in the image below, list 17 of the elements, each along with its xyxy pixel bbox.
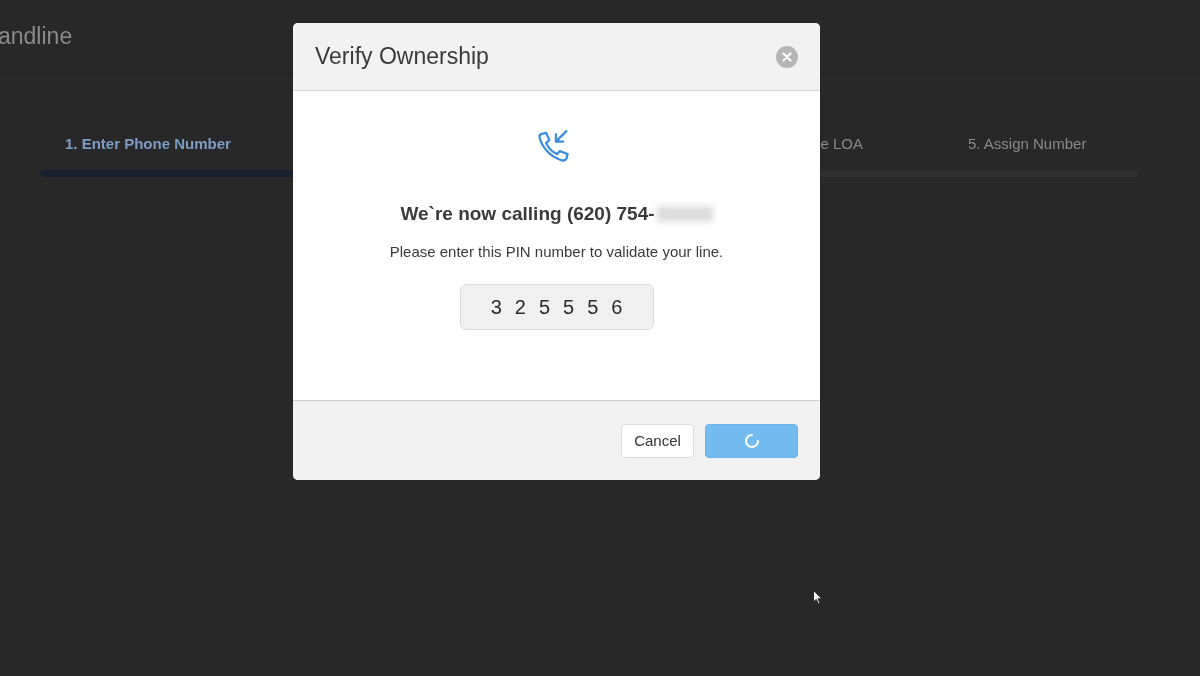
pin-digit: 6 [611,295,623,319]
calling-heading: We`re now calling (620) 754- [400,203,713,225]
pin-digit: 2 [514,295,526,319]
spinner-icon [743,432,760,449]
step-label[interactable]: 5. Assign Number [863,135,1138,152]
loading-button[interactable] [705,423,798,458]
pin-digit: 5 [538,295,550,319]
mouse-pointer-icon [813,590,823,605]
close-icon [782,51,792,62]
close-button[interactable] [776,45,798,68]
cancel-button[interactable]: Cancel [621,423,694,458]
instruction-text: Please enter this PIN number to validate your line. [389,243,724,260]
pin-digit: 5 [587,295,599,319]
dialog-title: Verify Ownership [315,43,489,70]
step-label[interactable]: e LOA [820,135,863,152]
pin-digit: 3 [490,295,502,319]
pin-digit: 5 [563,295,575,319]
